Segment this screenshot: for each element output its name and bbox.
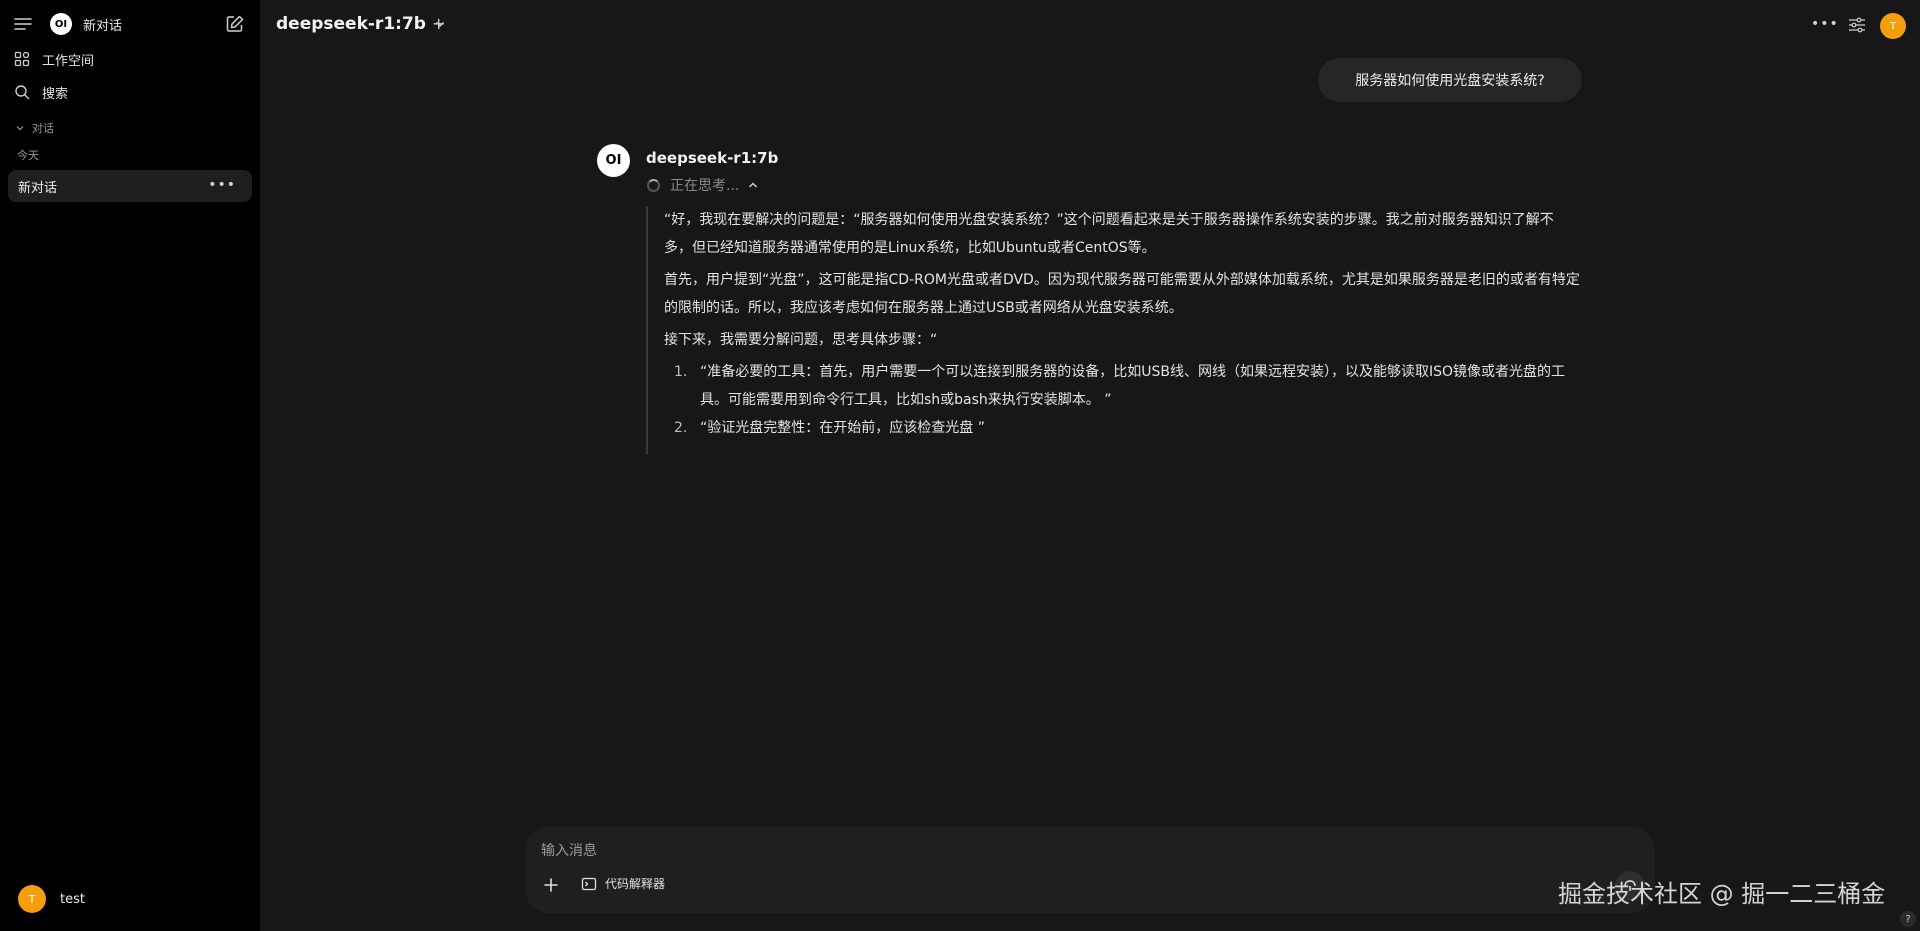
assistant-avatar: OI <box>597 144 630 177</box>
list-number: 1. <box>674 364 688 380</box>
list-number: 2. <box>674 420 688 436</box>
group-label-today: 今天 <box>17 149 39 162</box>
model-selector[interactable]: deepseek-r1:7b <box>276 14 446 34</box>
watermark: 掘金技术社区 @ 掘一二三桶金 <box>1558 880 1886 908</box>
user-message: 服务器如何使用光盘安装系统? <box>1318 58 1582 102</box>
model-name: deepseek-r1:7b <box>276 14 426 34</box>
more-options-icon[interactable]: ••• <box>208 178 236 192</box>
controls-icon[interactable] <box>1848 17 1866 33</box>
chevron-down-icon <box>15 123 25 133</box>
search-icon <box>14 84 30 100</box>
sidebar-item-workspace[interactable]: 工作空间 <box>0 45 260 73</box>
message-composer: 代码解释器 <box>525 827 1655 913</box>
list-item: 2. “验证光盘完整性：在开始前，应该检查光盘 ” <box>664 414 1581 442</box>
list-text: “准备必要的工具：首先，用户需要一个可以连接到服务器的设备，比如USB线、网线（… <box>700 364 1566 408</box>
code-interpreter-label: 代码解释器 <box>605 877 666 891</box>
sidebar-item-search[interactable]: 搜索 <box>0 78 260 106</box>
spinner-icon <box>647 178 660 192</box>
menu-icon[interactable] <box>14 16 32 32</box>
sidebar-item-label: 工作空间 <box>42 53 95 69</box>
sidebar: OI 新对话 工作空间 搜索 对话 今天 新对话 ••• T test <box>0 0 260 931</box>
app-logo: OI <box>50 13 72 35</box>
code-interpreter-button[interactable]: 代码解释器 <box>581 875 665 892</box>
new-chat-icon[interactable] <box>225 14 245 34</box>
sidebar-section-chats[interactable]: 对话 <box>0 118 260 138</box>
step-list: 1. “准备必要的工具：首先，用户需要一个可以连接到服务器的设备，比如USB线、… <box>664 358 1581 442</box>
user-name: test <box>60 891 85 907</box>
thinking-paragraph: 首先，用户提到“光盘”，这可能是指CD-ROM光盘或者DVD。因为现代服务器可能… <box>664 272 1580 316</box>
sidebar-item-label: 搜索 <box>42 86 69 102</box>
grid-icon <box>14 51 30 67</box>
top-bar: deepseek-r1:7b + ••• T <box>260 0 1920 52</box>
thinking-content: “好，我现在要解决的问题是：“服务器如何使用光盘安装系统？”这个问题看起来是关于… <box>646 206 1581 454</box>
chat-title: 新对话 <box>18 180 58 196</box>
chevron-up-icon <box>747 179 759 191</box>
plus-icon[interactable] <box>542 876 560 894</box>
thinking-paragraph: “好，我现在要解决的问题是：“服务器如何使用光盘安装系统？”这个问题看起来是关于… <box>664 212 1554 256</box>
user-menu[interactable]: T test <box>0 884 260 914</box>
new-chat-title[interactable]: 新对话 <box>83 15 122 34</box>
add-model-button[interactable]: + <box>432 14 445 33</box>
thinking-toggle[interactable]: 正在思考... <box>647 175 759 195</box>
list-text: “验证光盘完整性：在开始前，应该检查光盘 ” <box>700 420 985 436</box>
terminal-icon <box>581 876 597 892</box>
thinking-paragraph: 接下来，我需要分解问题，思考具体步骤：“ <box>664 332 938 348</box>
thinking-status: 正在思考... <box>670 178 740 194</box>
section-label: 对话 <box>32 122 54 135</box>
chat-list-item[interactable]: 新对话 ••• <box>8 170 252 202</box>
avatar: T <box>18 885 46 913</box>
sidebar-header: OI 新对话 <box>0 10 260 38</box>
more-options-icon[interactable]: ••• <box>1811 16 1839 32</box>
help-button[interactable]: ? <box>1900 911 1916 927</box>
avatar[interactable]: T <box>1880 13 1906 39</box>
list-item: 1. “准备必要的工具：首先，用户需要一个可以连接到服务器的设备，比如USB线、… <box>664 358 1581 414</box>
message-input[interactable] <box>541 839 1541 863</box>
assistant-model-name: deepseek-r1:7b <box>646 149 779 167</box>
